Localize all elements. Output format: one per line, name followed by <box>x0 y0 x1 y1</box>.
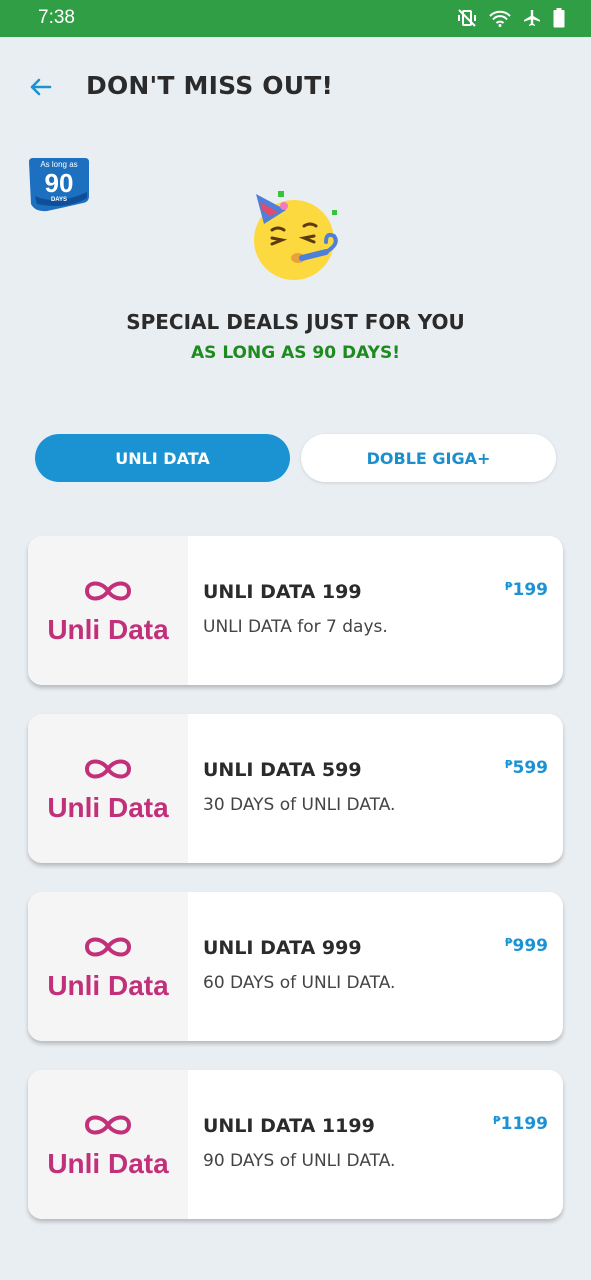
back-button[interactable] <box>24 73 56 105</box>
tab-doble-giga[interactable]: DOBLE GIGA+ <box>301 434 556 482</box>
unli-data-logo: Unli Data <box>28 892 188 1041</box>
offer-price: ₱1199 <box>493 1114 548 1134</box>
offer-description: 90 DAYS of UNLI DATA. <box>203 1151 396 1171</box>
price-value: 199 <box>512 580 549 600</box>
promo-title: SPECIAL DEALS JUST FOR YOU <box>126 310 465 334</box>
unli-data-logo: Unli Data <box>28 1070 188 1219</box>
offer-name: UNLI DATA 999 <box>203 937 362 959</box>
infinity-icon <box>83 756 133 786</box>
offer-card-unli-data-599[interactable]: Unli Data UNLI DATA 599 30 DAYS of UNLI … <box>28 714 563 863</box>
logo-text: Unli Data <box>47 1148 169 1179</box>
unli-data-logo: Unli Data <box>28 536 188 685</box>
offer-description: 30 DAYS of UNLI DATA. <box>203 795 396 815</box>
offer-price: ₱199 <box>505 580 548 600</box>
offer-name: UNLI DATA 199 <box>203 581 362 603</box>
svg-text:DAYS: DAYS <box>51 197 67 203</box>
status-bar: 7:38 <box>0 0 591 37</box>
arrow-left-icon <box>28 77 52 101</box>
offer-card-unli-data-1199[interactable]: Unli Data UNLI DATA 1199 90 DAYS of UNLI… <box>28 1070 563 1219</box>
offer-name: UNLI DATA 599 <box>203 759 362 781</box>
peso-sign: ₱ <box>504 580 513 593</box>
price-value: 1199 <box>500 1114 548 1134</box>
header: DON'T MISS OUT! <box>0 37 591 137</box>
offer-price: ₱599 <box>505 758 548 778</box>
vibrate-off-icon <box>457 9 477 27</box>
offer-card-unli-data-999[interactable]: Unli Data UNLI DATA 999 60 DAYS of UNLI … <box>28 892 563 1041</box>
peso-sign: ₱ <box>493 1114 501 1127</box>
tab-unli-data[interactable]: UNLI DATA <box>35 434 290 482</box>
infinity-icon <box>83 1112 133 1142</box>
logo-text: Unli Data <box>47 792 169 823</box>
peso-sign: ₱ <box>504 936 513 949</box>
as-long-as-90-days-badge: As long as 90 DAYS <box>27 156 91 212</box>
infinity-icon <box>83 934 133 964</box>
svg-text:90: 90 <box>45 168 74 198</box>
peso-sign: ₱ <box>504 758 513 771</box>
status-time: 7:38 <box>38 7 75 28</box>
logo-text: Unli Data <box>47 614 169 645</box>
page-title: DON'T MISS OUT! <box>86 71 334 100</box>
offer-description: UNLI DATA for 7 days. <box>203 617 388 637</box>
offer-price: ₱999 <box>505 936 548 956</box>
wifi-icon <box>489 9 511 27</box>
status-icons <box>457 8 565 28</box>
offer-description: 60 DAYS of UNLI DATA. <box>203 973 396 993</box>
offer-name: UNLI DATA 1199 <box>203 1115 375 1137</box>
party-face-icon <box>246 186 346 286</box>
promo-subtitle: AS LONG AS 90 DAYS! <box>191 343 400 363</box>
unli-data-logo: Unli Data <box>28 714 188 863</box>
infinity-icon <box>83 578 133 608</box>
offer-card-unli-data-199[interactable]: Unli Data UNLI DATA 199 UNLI DATA for 7 … <box>28 536 563 685</box>
airplane-icon <box>523 9 541 27</box>
price-value: 599 <box>512 758 549 778</box>
battery-icon <box>553 8 565 28</box>
logo-text: Unli Data <box>47 970 169 1001</box>
price-value: 999 <box>512 936 549 956</box>
